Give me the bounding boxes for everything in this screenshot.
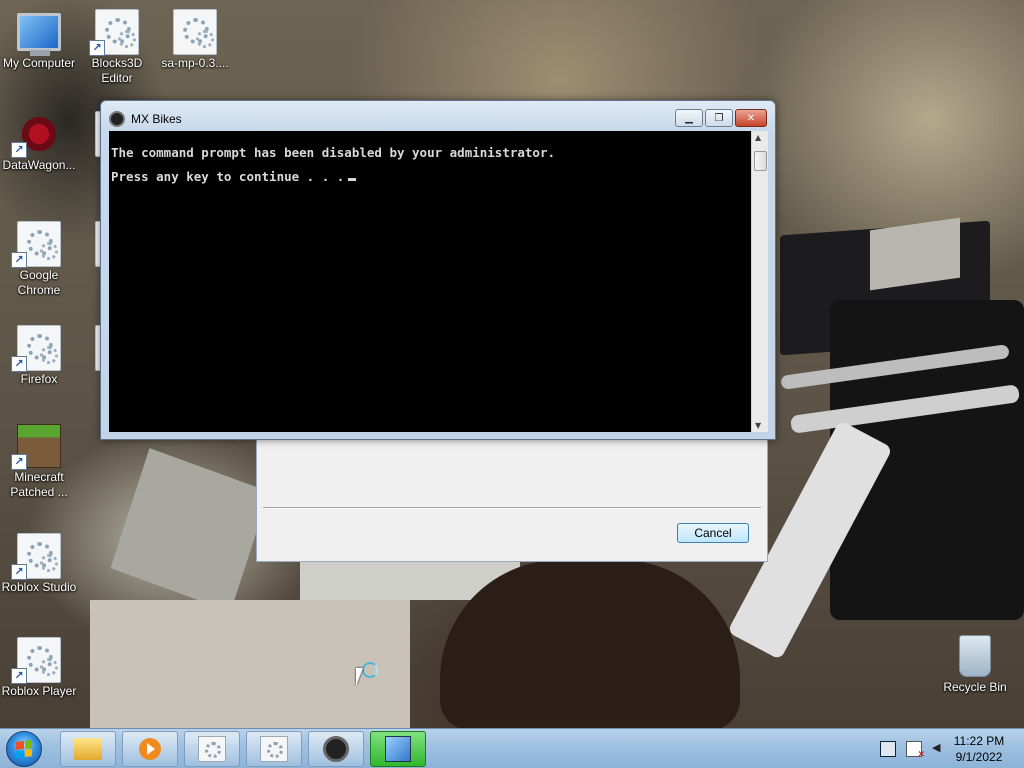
- cancel-button[interactable]: Cancel: [677, 523, 749, 543]
- shortcut-arrow-icon: ↗: [11, 668, 27, 684]
- shortcut-arrow-icon: ↗: [11, 142, 27, 158]
- desktop-icon-firefox[interactable]: ↗ Firefox: [1, 325, 77, 387]
- text-cursor: [348, 178, 357, 181]
- desktop-icon-label: Blocks3D Editor: [91, 56, 143, 85]
- network-icon[interactable]: [880, 741, 896, 757]
- restore-icon: ❐: [714, 112, 724, 124]
- scrollbar-thumb[interactable]: [754, 151, 767, 171]
- gear-shortcut-icon: ↗: [89, 9, 139, 56]
- busy-ring-icon: [362, 662, 378, 678]
- taskbar-app-button[interactable]: [184, 731, 240, 767]
- gear-app-icon: [198, 736, 226, 762]
- desktop-icon-my-computer[interactable]: My Computer: [1, 10, 77, 71]
- mouse-pointer-icon: [356, 668, 363, 686]
- maximize-button[interactable]: ❐: [705, 109, 733, 127]
- wallpaper-person: [440, 560, 740, 728]
- taskbar-explorer-button[interactable]: [60, 731, 116, 767]
- gear-shortcut-icon: [173, 9, 217, 55]
- scroll-down-icon[interactable]: ▼: [755, 421, 761, 430]
- close-button[interactable]: ✕: [735, 109, 767, 127]
- close-icon: ✕: [746, 112, 756, 124]
- window-titlebar[interactable]: MX Bikes: [109, 109, 182, 129]
- start-button[interactable]: [6, 731, 42, 767]
- taskbar: 11:22 PM 9/1/2022: [0, 728, 1024, 768]
- window-controls: ▁ ❐ ✕: [675, 109, 767, 127]
- recycle-bin-icon: [953, 634, 997, 678]
- desktop-icon-label: Roblox Studio: [1, 580, 77, 594]
- minimize-icon: ▁: [685, 112, 693, 124]
- desktop-icon-label: Roblox Player: [1, 684, 77, 698]
- desktop-icon-datawagon[interactable]: ↗ DataWagon...: [1, 112, 77, 173]
- desktop-icon-sa-mp[interactable]: sa-mp-0.3....: [157, 9, 233, 71]
- computer-icon: [17, 10, 61, 56]
- gear-shortcut-icon: ↗: [11, 221, 61, 268]
- scroll-up-icon[interactable]: ▲: [755, 133, 761, 142]
- windows-logo-icon: [16, 740, 32, 758]
- taskbar-media-player-button[interactable]: [122, 731, 178, 767]
- gear-shortcut-icon: ↗: [11, 325, 61, 372]
- clock-time: 11:22 PM: [953, 734, 1005, 748]
- clock-date: 9/1/2022: [955, 750, 1003, 764]
- media-player-icon: [139, 738, 161, 760]
- minecraft-icon: ↗: [11, 424, 61, 470]
- dialog-separator: [263, 507, 761, 509]
- setup-icon: [385, 736, 411, 762]
- wallpaper-keyboard: [110, 448, 270, 612]
- background-dialog: Cancel: [256, 440, 768, 562]
- desktop-icon-minecraft[interactable]: ↗ Minecraft Patched ...: [1, 424, 77, 500]
- desktop-icon-label: sa-mp-0.3....: [161, 56, 229, 70]
- taskbar-clock[interactable]: 11:22 PM 9/1/2022: [948, 733, 1010, 765]
- desktop-icon-label: Recycle Bin: [943, 680, 1007, 694]
- window-title: MX Bikes: [131, 112, 182, 126]
- minimize-button[interactable]: ▁: [675, 109, 703, 127]
- taskbar-app-button[interactable]: [246, 731, 302, 767]
- explorer-folder-icon: [74, 738, 102, 760]
- console-window[interactable]: MX Bikes ▁ ❐ ✕ The command prompt has be…: [100, 100, 776, 440]
- shortcut-arrow-icon: ↗: [89, 40, 105, 56]
- desktop-icon-roblox-studio[interactable]: ↗ Roblox Studio: [1, 533, 77, 595]
- wallpaper-computer-top: [870, 217, 960, 291]
- shortcut-arrow-icon: ↗: [11, 454, 27, 470]
- gear-app-icon: [260, 736, 288, 762]
- mx-bikes-icon: [323, 736, 349, 762]
- desktop-icon-recycle-bin[interactable]: Recycle Bin: [937, 634, 1013, 695]
- desktop-icon-label: Firefox: [20, 372, 58, 386]
- console-line: The command prompt has been disabled by …: [111, 145, 556, 160]
- desktop-icon-google-chrome[interactable]: ↗ Google Chrome: [1, 221, 77, 298]
- desktop-wallpaper: My Computer ↗ DataWagon... ↗ Google Chro…: [0, 0, 1024, 728]
- shortcut-arrow-icon: ↗: [11, 252, 27, 268]
- console-output[interactable]: The command prompt has been disabled by …: [109, 131, 751, 432]
- wallpaper-table: [90, 600, 410, 728]
- desktop-icon-roblox-player[interactable]: ↗ Roblox Player: [1, 637, 77, 699]
- gear-shortcut-icon: ↗: [11, 533, 61, 580]
- taskbar-mx-bikes-button[interactable]: [308, 731, 364, 767]
- taskbar-setup-button[interactable]: [370, 731, 426, 767]
- desktop-icon-label: DataWagon...: [2, 158, 76, 172]
- volume-icon[interactable]: [932, 741, 946, 756]
- desktop-icon-label: My Computer: [2, 56, 76, 70]
- shortcut-arrow-icon: ↗: [11, 564, 27, 580]
- action-center-flag-icon[interactable]: [906, 741, 925, 760]
- desktop-icon-label: Google Chrome: [17, 268, 61, 297]
- mx-bikes-icon: [109, 111, 125, 127]
- console-scrollbar[interactable]: ▲ ▼: [751, 131, 768, 432]
- shortcut-arrow-icon: ↗: [11, 356, 27, 372]
- datawagon-icon: ↗: [11, 112, 61, 158]
- console-line-wrap: Press any key to continue . . .: [111, 165, 749, 189]
- desktop-icon-label: Minecraft Patched ...: [10, 470, 68, 499]
- console-line: Press any key to continue . . .: [111, 169, 345, 184]
- desktop-icon-blocks3d-editor[interactable]: ↗ Blocks3D Editor: [79, 9, 155, 86]
- gear-shortcut-icon: ↗: [11, 637, 61, 684]
- system-tray: [880, 741, 946, 760]
